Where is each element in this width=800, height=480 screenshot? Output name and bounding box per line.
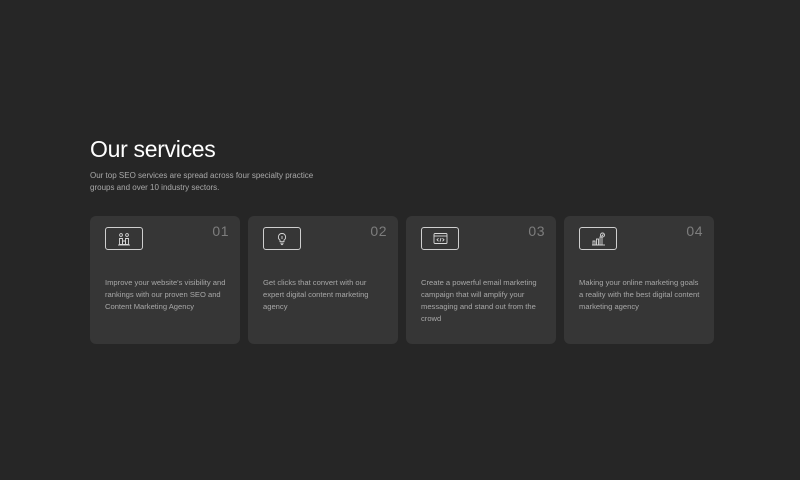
card-number: 04 (686, 223, 703, 239)
section-subtitle: Our top SEO services are spread across f… (90, 171, 314, 192)
title-accent: services (132, 136, 217, 162)
card-description: Get clicks that convert with our expert … (263, 278, 369, 311)
seo-trophy-icon (105, 227, 143, 250)
growth-chart-icon (579, 227, 617, 250)
title-plain: Our (90, 136, 128, 162)
services-cards: 01 Improve your website's visibility and… (90, 216, 714, 344)
service-card-03[interactable]: 03 Create a powerful email marketing cam… (406, 216, 556, 344)
card-number: 02 (370, 223, 387, 239)
card-description: Making your online marketing goals a rea… (579, 278, 700, 311)
services-header: Our services Our top SEO services are sp… (90, 134, 350, 194)
card-number: 01 (212, 223, 229, 239)
lightbulb-icon (263, 227, 301, 250)
section-title: Our services (90, 134, 350, 164)
card-description: Create a powerful email marketing campai… (421, 278, 537, 323)
service-card-01[interactable]: 01 Improve your website's visibility and… (90, 216, 240, 344)
code-window-icon (421, 227, 459, 250)
services-section: Our services Our top SEO services are sp… (0, 0, 800, 480)
service-card-02[interactable]: 02 Get clicks that convert with our expe… (248, 216, 398, 344)
service-card-04[interactable]: 04 Making your online marketing goals a … (564, 216, 714, 344)
card-number: 03 (528, 223, 545, 239)
card-description: Improve your website's visibility and ra… (105, 278, 226, 311)
